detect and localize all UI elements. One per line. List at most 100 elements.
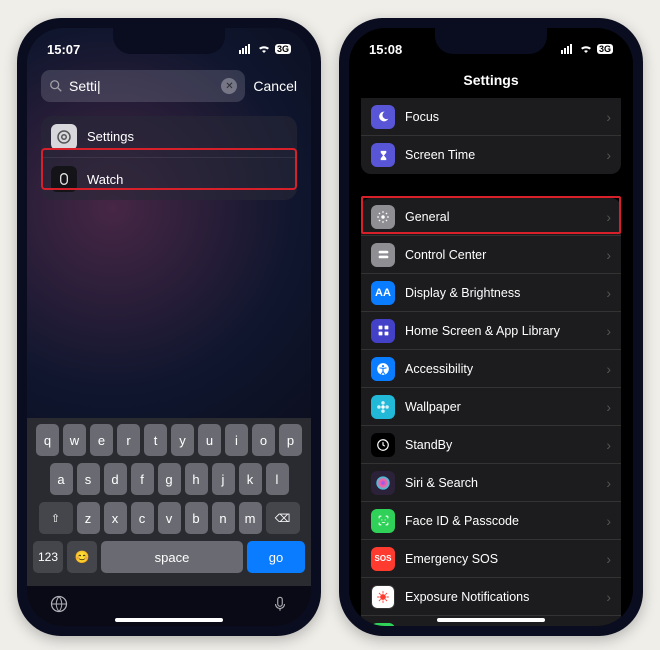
key-o[interactable]: o	[252, 424, 275, 456]
key-i[interactable]: i	[225, 424, 248, 456]
siri-icon	[371, 471, 395, 495]
key-x[interactable]: x	[104, 502, 127, 534]
key-m[interactable]: m	[239, 502, 262, 534]
settings-row-label: Emergency SOS	[405, 552, 596, 566]
screen-settings: 15:08 3G Settings Focus›Screen Time› Gen…	[349, 28, 633, 626]
result-watch[interactable]: Watch	[41, 158, 297, 200]
globe-icon[interactable]	[49, 594, 69, 619]
gear-icon	[371, 205, 395, 229]
chevron-right-icon: ›	[606, 399, 611, 415]
clear-search-button[interactable]: ✕	[221, 78, 237, 94]
notch	[435, 28, 547, 54]
cancel-button[interactable]: Cancel	[253, 78, 297, 94]
key-s[interactable]: s	[77, 463, 100, 495]
key-p[interactable]: p	[279, 424, 302, 456]
watch-icon	[51, 166, 77, 192]
key-u[interactable]: u	[198, 424, 221, 456]
screen-spotlight: 15:07 3G Setti ✕ Cancel Settings	[27, 28, 311, 626]
search-row: Setti ✕ Cancel	[27, 70, 311, 108]
settings-group-main: General› Control Center › AADisplay & Brigh…	[361, 198, 621, 626]
result-label: Watch	[87, 172, 123, 187]
settings-row-label: Screen Time	[405, 148, 596, 162]
phone-left: 15:07 3G Setti ✕ Cancel Settings	[17, 18, 321, 636]
key-n[interactable]: n	[212, 502, 235, 534]
chevron-right-icon: ›	[606, 551, 611, 567]
key-e[interactable]: e	[90, 424, 113, 456]
keyboard-row-3: ⇧ zxcvbnm ⌫	[31, 502, 307, 534]
textsize-icon: AA	[371, 281, 395, 305]
key-k[interactable]: k	[239, 463, 262, 495]
status-icons: 3G	[239, 44, 291, 54]
chevron-right-icon: ›	[606, 437, 611, 453]
settings-row-standby[interactable]: StandBy›	[361, 426, 621, 464]
backspace-key[interactable]: ⌫	[266, 502, 300, 534]
settings-row-label: Face ID & Passcode	[405, 514, 596, 528]
settings-row-exposure-notifications[interactable]: Exposure Notifications›	[361, 578, 621, 616]
key-y[interactable]: y	[171, 424, 194, 456]
clock-icon	[371, 433, 395, 457]
page-title: Settings	[349, 70, 633, 98]
keyboard-row-4: 123 😊 space go	[31, 541, 307, 573]
mic-icon[interactable]	[271, 594, 289, 619]
notch	[113, 28, 225, 54]
settings-row-siri-search[interactable]: Siri & Search›	[361, 464, 621, 502]
settings-row-label: Focus	[405, 110, 596, 124]
settings-row-label: Control Center	[405, 248, 596, 262]
phone-right: 15:08 3G Settings Focus›Screen Time› Gen…	[339, 18, 643, 636]
search-input[interactable]: Setti ✕	[41, 70, 245, 102]
settings-icon	[51, 124, 77, 150]
key-d[interactable]: d	[104, 463, 127, 495]
search-query-text: Setti	[69, 78, 221, 94]
settings-row-emergency-sos[interactable]: SOS Emergency SOS ›	[361, 540, 621, 578]
key-c[interactable]: c	[131, 502, 154, 534]
key-h[interactable]: h	[185, 463, 208, 495]
home-indicator[interactable]	[437, 618, 545, 622]
key-w[interactable]: w	[63, 424, 86, 456]
settings-row-home-screen-app-library[interactable]: Home Screen & App Library›	[361, 312, 621, 350]
settings-group-top: Focus›Screen Time›	[361, 98, 621, 174]
key-a[interactable]: a	[50, 463, 73, 495]
home-indicator[interactable]	[115, 618, 223, 622]
numbers-key[interactable]: 123	[33, 541, 63, 573]
settings-row-control-center[interactable]: Control Center ›	[361, 236, 621, 274]
chevron-right-icon: ›	[606, 475, 611, 491]
switches-icon	[371, 243, 395, 267]
search-icon	[49, 79, 63, 93]
settings-row-general[interactable]: General›	[361, 198, 621, 236]
faceid-icon	[371, 509, 395, 533]
chevron-right-icon: ›	[606, 247, 611, 263]
go-key[interactable]: go	[247, 541, 305, 573]
settings-row-focus[interactable]: Focus›	[361, 98, 621, 136]
sos-icon: SOS	[371, 547, 395, 571]
key-q[interactable]: q	[36, 424, 59, 456]
shift-key[interactable]: ⇧	[39, 502, 73, 534]
status-time: 15:07	[47, 42, 80, 57]
key-f[interactable]: f	[131, 463, 154, 495]
wifi-icon	[579, 44, 593, 54]
key-l[interactable]: l	[266, 463, 289, 495]
space-key[interactable]: space	[101, 541, 243, 573]
settings-row-wallpaper[interactable]: Wallpaper›	[361, 388, 621, 426]
settings-scroll[interactable]: Focus›Screen Time› General›Control Cente…	[349, 98, 633, 626]
flower-icon	[371, 395, 395, 419]
key-j[interactable]: j	[212, 463, 235, 495]
grid-icon	[371, 319, 395, 343]
settings-row-accessibility[interactable]: Accessibility›	[361, 350, 621, 388]
settings-row-display-brightness[interactable]: AADisplay & Brightness›	[361, 274, 621, 312]
settings-row-face-id-passcode[interactable]: Face ID & Passcode›	[361, 502, 621, 540]
status-icons: 3G	[561, 44, 613, 54]
result-label: Settings	[87, 129, 134, 144]
battery-icon	[371, 623, 395, 627]
accessibility-icon	[371, 357, 395, 381]
key-b[interactable]: b	[185, 502, 208, 534]
settings-row-screen-time[interactable]: Screen Time›	[361, 136, 621, 174]
key-g[interactable]: g	[158, 463, 181, 495]
chevron-right-icon: ›	[606, 209, 611, 225]
result-settings[interactable]: Settings	[41, 116, 297, 158]
emoji-key[interactable]: 😊	[67, 541, 97, 573]
key-r[interactable]: r	[117, 424, 140, 456]
key-v[interactable]: v	[158, 502, 181, 534]
key-z[interactable]: z	[77, 502, 100, 534]
settings-row-label: Home Screen & App Library	[405, 324, 596, 338]
key-t[interactable]: t	[144, 424, 167, 456]
